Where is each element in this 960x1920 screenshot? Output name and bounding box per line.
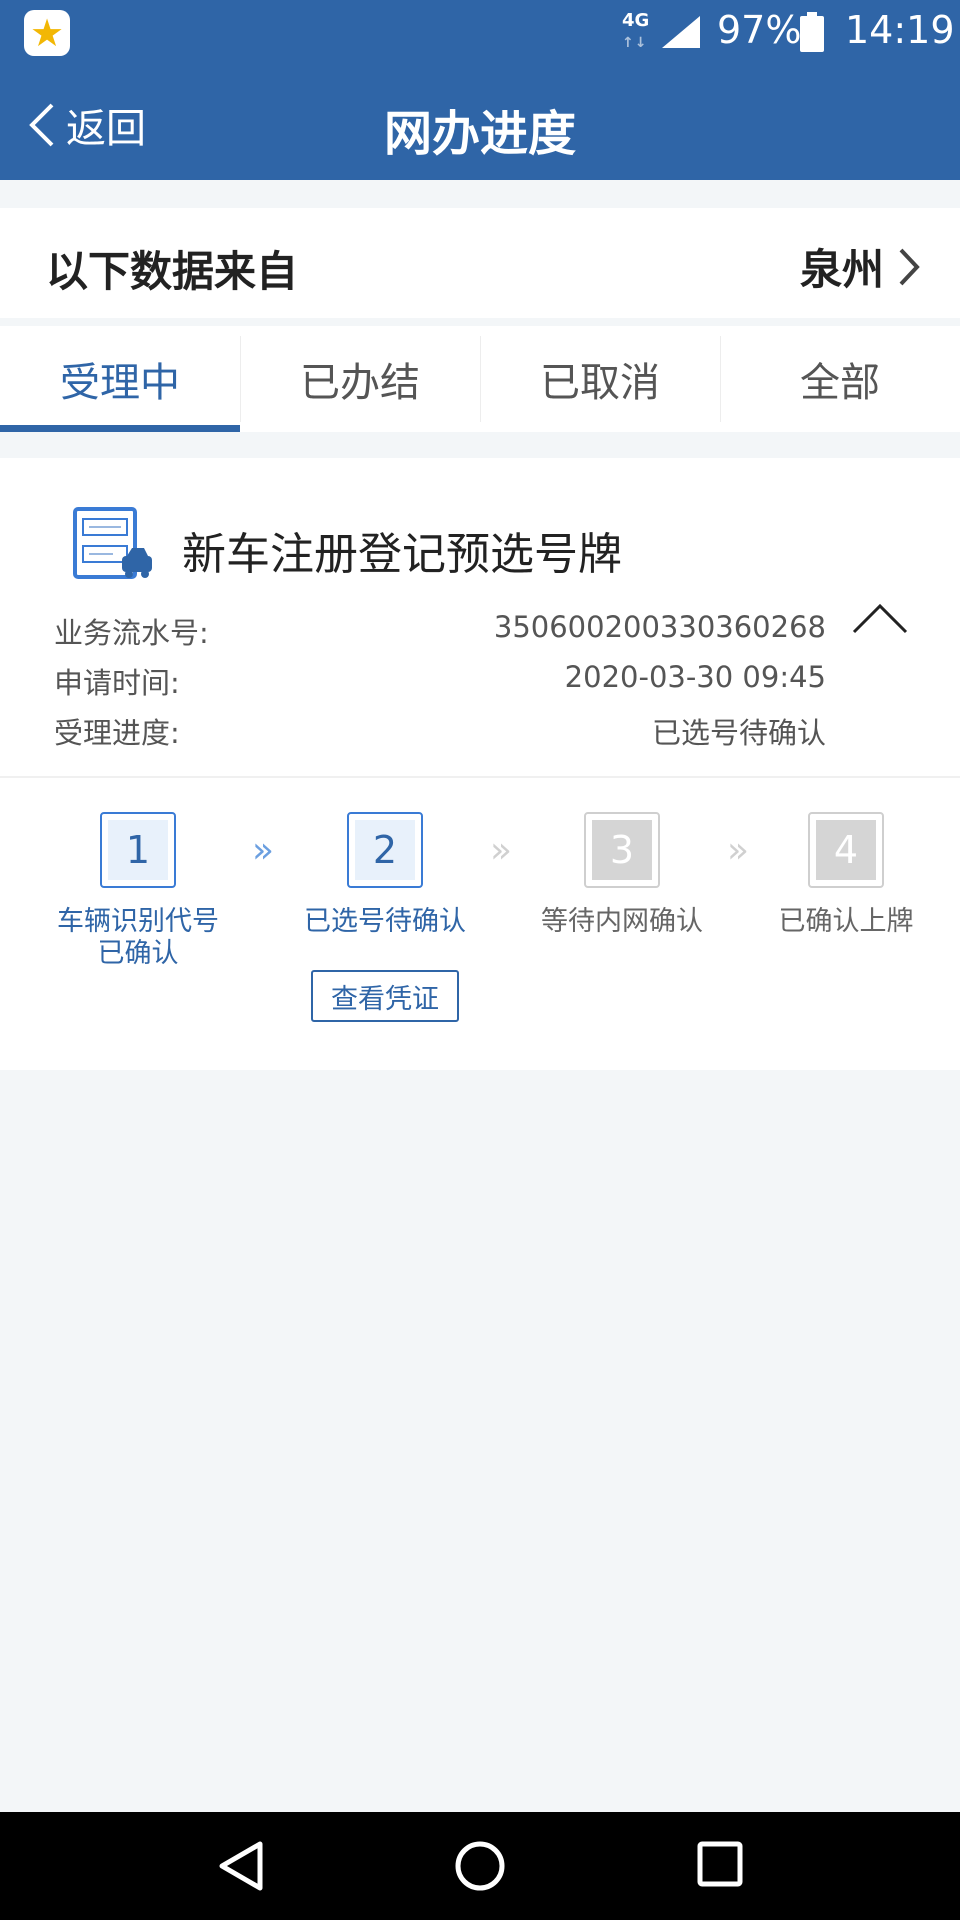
network-type: 4G xyxy=(622,10,650,31)
step-2-badge: 2 xyxy=(347,812,423,888)
step-1-label: 车辆识别代号 已确认 xyxy=(48,906,228,970)
step-1-label-line2: 已确认 xyxy=(97,938,179,969)
progress-row: 受理进度: 已选号待确认 xyxy=(54,710,826,754)
recents-square-icon[interactable] xyxy=(696,1840,744,1888)
signal-icon xyxy=(662,16,700,48)
step-3-number: 3 xyxy=(592,820,652,880)
serial-number-row: 业务流水号: 350600200330360268 xyxy=(54,610,826,654)
back-triangle-icon[interactable] xyxy=(216,1840,266,1892)
tab-processing[interactable]: 受理中 xyxy=(0,326,240,432)
record-title: 新车注册登记预选号牌 xyxy=(182,529,622,580)
step-1-badge: 1 xyxy=(100,812,176,888)
step-3-badge: 3 xyxy=(584,812,660,888)
serial-number-value: 350600200330360268 xyxy=(493,610,826,644)
view-voucher-button[interactable]: 查看凭证 xyxy=(311,970,459,1022)
step-4-label: 已确认上牌 xyxy=(778,906,914,937)
battery-icon xyxy=(800,12,824,52)
step-2-number: 2 xyxy=(355,820,415,880)
step-2: 2 已选号待确认 xyxy=(295,812,475,938)
step-1-number: 1 xyxy=(108,820,168,880)
chevron-right-icon xyxy=(899,248,920,285)
step-1: 1 车辆识别代号 已确认 xyxy=(48,812,228,970)
step-4: 4 已确认上牌 xyxy=(756,812,936,938)
data-source-label: 以下数据来自 xyxy=(46,247,299,296)
apply-time-value: 2020-03-30 09:45 xyxy=(564,660,826,694)
tab-cancelled[interactable]: 已取消 xyxy=(480,326,720,432)
record-card: 新车注册登记预选号牌 业务流水号: 350600200330360268 申请时… xyxy=(0,458,960,1070)
data-source-row: 以下数据来自 泉州 xyxy=(0,208,960,318)
step-arrow-icon: » xyxy=(490,830,513,871)
step-4-number: 4 xyxy=(816,820,876,880)
city-selector[interactable]: 泉州 xyxy=(800,236,920,297)
city-name: 泉州 xyxy=(799,245,884,294)
page-title: 网办进度 xyxy=(383,106,576,162)
progress-value: 已选号待确认 xyxy=(651,716,826,750)
step-2-label: 已选号待确认 xyxy=(304,906,466,937)
progress-label: 受理进度: xyxy=(54,716,180,750)
status-tabs: 受理中 已办结 已取消 全部 xyxy=(0,326,960,432)
network-activity-icon: ↑↓ xyxy=(622,35,648,51)
chevron-up-icon[interactable] xyxy=(852,600,908,636)
system-nav-bar xyxy=(0,1812,960,1920)
apply-time-row: 申请时间: 2020-03-30 09:45 xyxy=(54,660,826,704)
status-bar: ★ 4G ↑↓ 97% 14:19 xyxy=(0,0,960,64)
step-arrow-icon: » xyxy=(252,830,275,871)
battery-percentage: 97% xyxy=(717,8,802,52)
apply-time-label: 申请时间: xyxy=(54,666,180,700)
step-arrow-icon: » xyxy=(727,830,750,871)
network-type-indicator: 4G ↑↓ xyxy=(622,12,649,52)
license-plate-icon xyxy=(73,507,152,579)
app-notification-icon: ★ xyxy=(24,10,70,56)
step-3-label: 等待内网确认 xyxy=(541,906,703,937)
clock: 14:19 xyxy=(845,8,955,52)
step-3: 3 等待内网确认 xyxy=(532,812,712,938)
tab-completed[interactable]: 已办结 xyxy=(240,326,480,432)
step-1-label-line1: 车辆识别代号 xyxy=(57,906,219,937)
tab-all[interactable]: 全部 xyxy=(720,326,960,432)
divider xyxy=(0,776,960,778)
step-4-badge: 4 xyxy=(808,812,884,888)
serial-number-label: 业务流水号: xyxy=(54,616,209,650)
home-circle-icon[interactable] xyxy=(454,1840,506,1892)
nav-bar: 返回 网办进度 xyxy=(0,64,960,180)
